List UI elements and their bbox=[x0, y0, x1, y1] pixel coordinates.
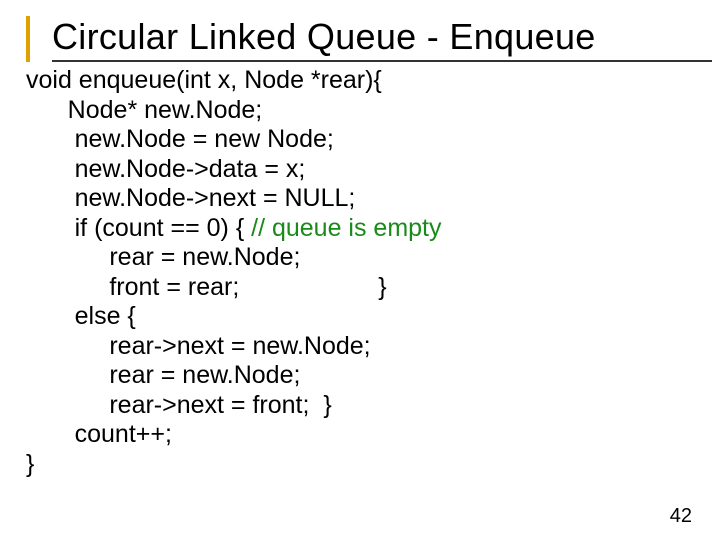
code-line-2: Node* new.Node; bbox=[26, 96, 262, 124]
page-number: 42 bbox=[670, 505, 692, 528]
code-line-9: else { bbox=[26, 302, 136, 330]
code-line-6a: if (count == 0) { bbox=[26, 214, 251, 242]
code-line-10: rear->next = new.Node; bbox=[26, 332, 371, 360]
code-line-3: new.Node = new Node; bbox=[26, 125, 334, 153]
code-line-8b: } bbox=[239, 273, 386, 301]
slide-title: Circular Linked Queue - Enqueue bbox=[52, 16, 712, 62]
code-line-13: count++; bbox=[26, 420, 172, 448]
code-line-12: rear->next = front; } bbox=[26, 391, 332, 419]
code-line-14: } bbox=[26, 450, 34, 478]
code-line-1: void enqueue(int x, Node *rear){ bbox=[26, 66, 382, 94]
code-comment: // queue is empty bbox=[251, 214, 441, 242]
code-line-11: rear = new.Node; bbox=[26, 361, 300, 389]
title-block: Circular Linked Queue - Enqueue bbox=[26, 16, 700, 62]
code-line-8a: front = rear; bbox=[26, 273, 239, 301]
code-block: void enqueue(int x, Node *rear){ Node* n… bbox=[26, 66, 700, 479]
code-line-7: rear = new.Node; bbox=[26, 243, 300, 271]
code-line-4: new.Node->data = x; bbox=[26, 155, 305, 183]
code-line-5: new.Node->next = NULL; bbox=[26, 184, 355, 212]
slide: Circular Linked Queue - Enqueue void enq… bbox=[0, 0, 720, 540]
